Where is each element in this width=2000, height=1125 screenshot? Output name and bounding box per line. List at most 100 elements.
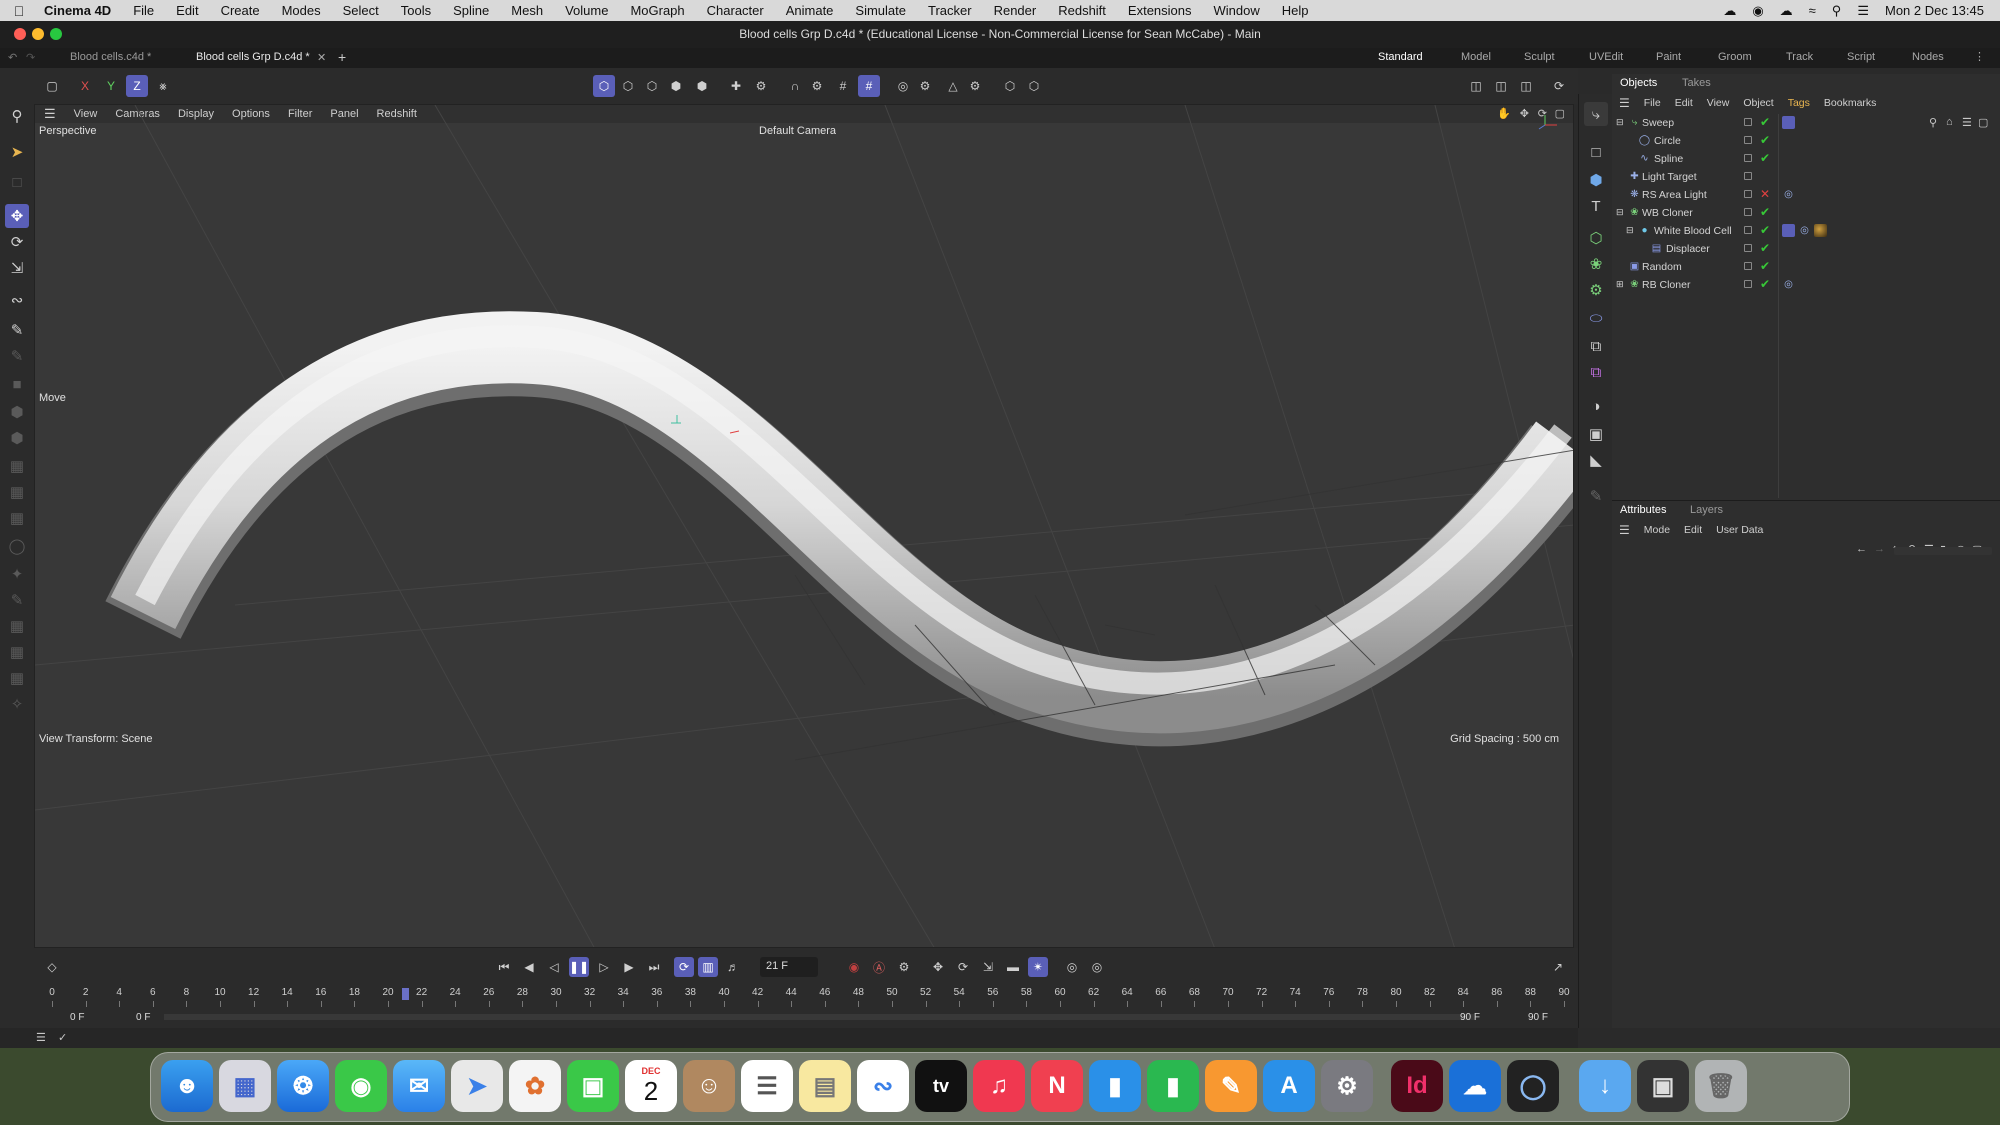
attribute-hamburger-icon[interactable]: ☰ — [1612, 523, 1637, 537]
camera-palette-icon[interactable]: ▣ — [1584, 422, 1608, 446]
spline-pen-palette-icon[interactable]: ⤷ — [1584, 102, 1608, 126]
status-hamburger-icon[interactable]: ☰ — [36, 1031, 46, 1044]
object-row-circle[interactable]: ◯ Circle ✔ — [1612, 132, 2000, 150]
points-mode-icon[interactable]: ⬡ — [617, 75, 639, 97]
target-tag-icon[interactable]: ◎ — [1782, 188, 1795, 201]
timeline-playhead[interactable] — [401, 988, 409, 1000]
cube-palette-icon[interactable]: □ — [1584, 140, 1608, 164]
menu-render[interactable]: Render — [983, 3, 1048, 18]
layout-paint[interactable]: Paint — [1656, 51, 1681, 63]
extrude-icon[interactable]: ⬢ — [5, 400, 29, 424]
render-to-picture-viewer-icon[interactable]: ◫ — [1515, 75, 1537, 97]
bridge-icon[interactable]: ▦ — [5, 506, 29, 530]
loop-select-icon[interactable]: ▦ — [5, 480, 29, 504]
enabled-check-icon[interactable]: ✔ — [1760, 115, 1770, 129]
measure-tool-icon[interactable]: ✧ — [5, 692, 29, 716]
cloner-palette-icon[interactable]: ❀ — [1584, 252, 1608, 276]
weld-tool-icon[interactable]: ✦ — [5, 562, 29, 586]
visibility-dots[interactable] — [1744, 172, 1752, 180]
menu-tools[interactable]: Tools — [390, 3, 442, 18]
menu-simulate[interactable]: Simulate — [844, 3, 917, 18]
axis-y-button[interactable]: Y — [100, 75, 122, 97]
wifi-icon[interactable]: ≈ — [1809, 3, 1816, 18]
menu-spline[interactable]: Spline — [442, 3, 500, 18]
enabled-check-icon[interactable]: ✔ — [1760, 133, 1770, 147]
om-menu-file[interactable]: File — [1637, 97, 1668, 109]
effector-palette-icon[interactable]: ⚙ — [1584, 278, 1608, 302]
menu-redshift[interactable]: Redshift — [1047, 3, 1117, 18]
menu-create[interactable]: Create — [210, 3, 271, 18]
spline-pen-icon[interactable]: ∾ — [5, 288, 29, 312]
phong-tag-icon[interactable] — [1782, 224, 1795, 237]
target-tag-icon[interactable]: ◎ — [1798, 224, 1811, 237]
creative-cloud-icon[interactable]: ☁ — [1723, 3, 1736, 19]
interactive-render-icon[interactable]: ⟳ — [1548, 75, 1570, 97]
contacts-icon[interactable]: ☺ — [683, 1060, 735, 1112]
layout-nodes[interactable]: Nodes — [1912, 51, 1944, 63]
onedrive-icon[interactable]: ☁ — [1449, 1060, 1501, 1112]
bevel-icon[interactable]: ▦ — [5, 454, 29, 478]
axis-settings-icon[interactable]: ⚙ — [750, 75, 772, 97]
menu-character[interactable]: Character — [696, 3, 775, 18]
tab-attributes[interactable]: Attributes — [1620, 504, 1666, 516]
axis-tool-icon[interactable]: ✚ — [725, 75, 747, 97]
object-row-white-blood-cell[interactable]: ⊟ ● White Blood Cell ✔ ◎ — [1612, 222, 2000, 240]
close-tab-icon[interactable]: ✕ — [317, 51, 326, 64]
music-icon[interactable]: ♫ — [973, 1060, 1025, 1112]
preview-end-field[interactable]: 90 F — [1528, 1012, 1548, 1023]
collapse-icon[interactable]: ⊟ — [1626, 225, 1634, 236]
layout-script[interactable]: Script — [1847, 51, 1875, 63]
visibility-dots[interactable] — [1744, 244, 1752, 252]
snap-magnet-icon[interactable]: ∩ — [784, 75, 806, 97]
calendar-icon[interactable]: DEC 2 — [625, 1060, 677, 1112]
layout-track[interactable]: Track — [1786, 51, 1813, 63]
disabled-x-icon[interactable]: ✕ — [1760, 187, 1770, 201]
facetime-icon[interactable]: ▣ — [567, 1060, 619, 1112]
knife-tool-icon[interactable]: ✎ — [5, 344, 29, 368]
tab-takes[interactable]: Takes — [1682, 77, 1711, 89]
menu-mograph[interactable]: MoGraph — [619, 3, 695, 18]
om-menu-bookmarks[interactable]: Bookmarks — [1817, 97, 1884, 109]
object-row-rb-cloner[interactable]: ⊞ ❀ RB Cloner ✔ ◎ — [1612, 276, 2000, 294]
news-icon[interactable]: N — [1031, 1060, 1083, 1112]
menubar-clock[interactable]: Mon 2 Dec 13:45 — [1885, 3, 1984, 18]
attr-menu-mode[interactable]: Mode — [1637, 524, 1677, 536]
collapse-icon[interactable]: ⊟ — [1616, 207, 1624, 218]
visibility-dots[interactable] — [1744, 226, 1752, 234]
visibility-dots[interactable] — [1744, 154, 1752, 162]
undo-icon[interactable]: ↶ — [8, 51, 17, 64]
soft-selection-icon[interactable]: ◎ — [892, 75, 914, 97]
menu-modes[interactable]: Modes — [271, 3, 332, 18]
indesign-icon[interactable]: Id — [1391, 1060, 1443, 1112]
move-tool-icon[interactable]: ✥ — [5, 204, 29, 228]
slide-tool-icon[interactable]: ✎ — [5, 588, 29, 612]
menu-extensions[interactable]: Extensions — [1117, 3, 1203, 18]
menu-window[interactable]: Window — [1203, 3, 1271, 18]
target-tag-icon[interactable]: ◎ — [1782, 278, 1795, 291]
field-palette-icon[interactable]: ⧉ — [1584, 334, 1608, 358]
symmetry-icon[interactable]: △ — [942, 75, 964, 97]
om-menu-object[interactable]: Object — [1736, 97, 1780, 109]
enabled-check-icon[interactable]: ✔ — [1760, 205, 1770, 219]
messages-icon[interactable]: ◉ — [335, 1060, 387, 1112]
rotate-tool-icon[interactable]: ⟳ — [5, 230, 29, 254]
soft-selection-settings-icon[interactable]: ⚙ — [914, 75, 936, 97]
polygon-object-icon[interactable]: ■ — [5, 372, 29, 396]
coordinate-system-icon[interactable]: ⨳ — [152, 75, 174, 97]
object-row-displacer[interactable]: ▤ Displacer ✔ — [1612, 240, 2000, 258]
back-arrow-icon[interactable]: ← — [1856, 543, 1867, 555]
object-row-sweep[interactable]: ⊟ ⤷ Sweep ✔ — [1612, 114, 2000, 132]
preview-start-field[interactable]: 0 F — [136, 1012, 150, 1023]
object-row-light-target[interactable]: ✚ Light Target — [1612, 168, 2000, 186]
model-mode-icon[interactable]: ⬡ — [593, 75, 615, 97]
doc-tab-blood-cells[interactable]: Blood cells.c4d * — [70, 51, 151, 63]
start-frame-field[interactable]: 0 F — [70, 1012, 84, 1023]
symmetry-settings-icon[interactable]: ⚙ — [964, 75, 986, 97]
end-frame-field[interactable]: 90 F — [1460, 1012, 1480, 1023]
object-row-rs-area-light[interactable]: ❋ RS Area Light ✕ ◎ — [1612, 186, 2000, 204]
attr-menu-user-data[interactable]: User Data — [1709, 524, 1770, 536]
stitch-tool-icon[interactable]: ▦ — [5, 614, 29, 638]
photos-icon[interactable]: ✿ — [509, 1060, 561, 1112]
object-manager-hamburger-icon[interactable]: ☰ — [1612, 96, 1637, 110]
polygons-mode-icon[interactable]: ⬢ — [665, 75, 687, 97]
